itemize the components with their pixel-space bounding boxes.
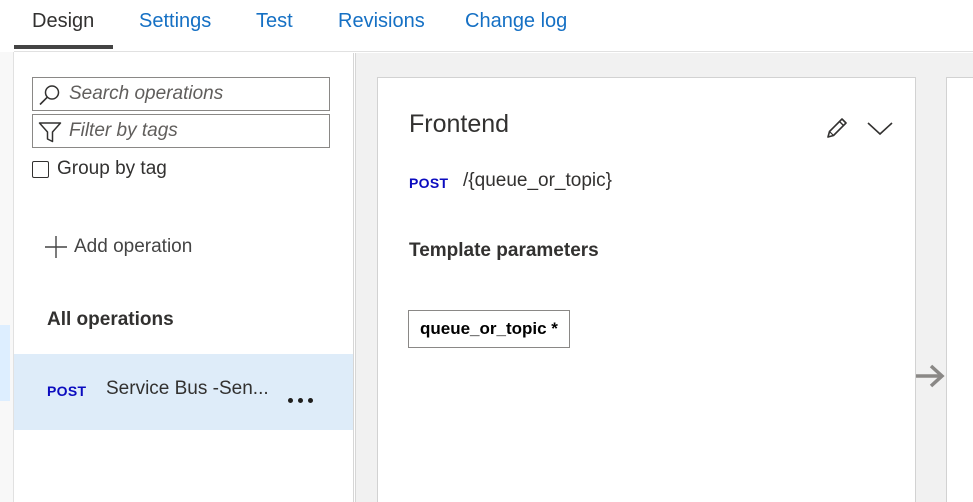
frontend-title: Frontend: [409, 110, 510, 138]
filter-icon: [38, 122, 62, 143]
tab-revisions[interactable]: Revisions: [338, 8, 425, 34]
left-nav-strip: [0, 52, 14, 502]
inbound-processing-card: [946, 77, 973, 502]
template-parameter-chip[interactable]: queue_or_topic *: [408, 310, 570, 348]
group-by-tag-toggle[interactable]: Group by tag: [32, 157, 167, 181]
more-icon[interactable]: [284, 376, 318, 404]
group-by-tag-checkbox[interactable]: [32, 160, 49, 178]
tab-test[interactable]: Test: [256, 8, 293, 34]
group-by-tag-label: Group by tag: [57, 158, 167, 179]
tab-bar: Design Settings Test Revisions Change lo…: [14, 0, 973, 52]
filter-tags-input[interactable]: [69, 118, 319, 144]
arrow-right-icon: [916, 364, 945, 388]
tab-design[interactable]: Design: [32, 8, 94, 34]
tab-change-log[interactable]: Change log: [465, 8, 567, 34]
template-parameters-label: Template parameters: [409, 240, 599, 261]
operations-panel: Group by tag Add operation All operation…: [14, 53, 354, 502]
search-icon: [39, 85, 60, 106]
pencil-icon[interactable]: [824, 115, 850, 141]
frontend-url-path: /{queue_or_topic}: [463, 170, 612, 191]
add-operation-button[interactable]: Add operation: [44, 235, 192, 259]
filter-tags-box[interactable]: [32, 114, 330, 148]
active-tab-indicator: [14, 45, 113, 49]
plus-icon: [45, 236, 67, 258]
add-operation-label: Add operation: [74, 236, 193, 257]
frontend-method-badge: POST: [409, 175, 449, 191]
operation-method-badge: POST: [47, 383, 87, 399]
operation-name: Service Bus -Sen...: [106, 378, 269, 399]
search-operations-box[interactable]: [32, 77, 330, 111]
frontend-card: Frontend POST /{queue_or_topic} Template…: [377, 77, 916, 502]
operation-row[interactable]: POST Service Bus -Sen...: [14, 354, 353, 430]
tab-settings[interactable]: Settings: [139, 8, 211, 34]
search-operations-input[interactable]: [69, 81, 319, 107]
all-operations-heading[interactable]: All operations: [47, 309, 174, 331]
left-nav-selection: [0, 325, 10, 401]
chevron-down-icon[interactable]: [866, 118, 894, 138]
